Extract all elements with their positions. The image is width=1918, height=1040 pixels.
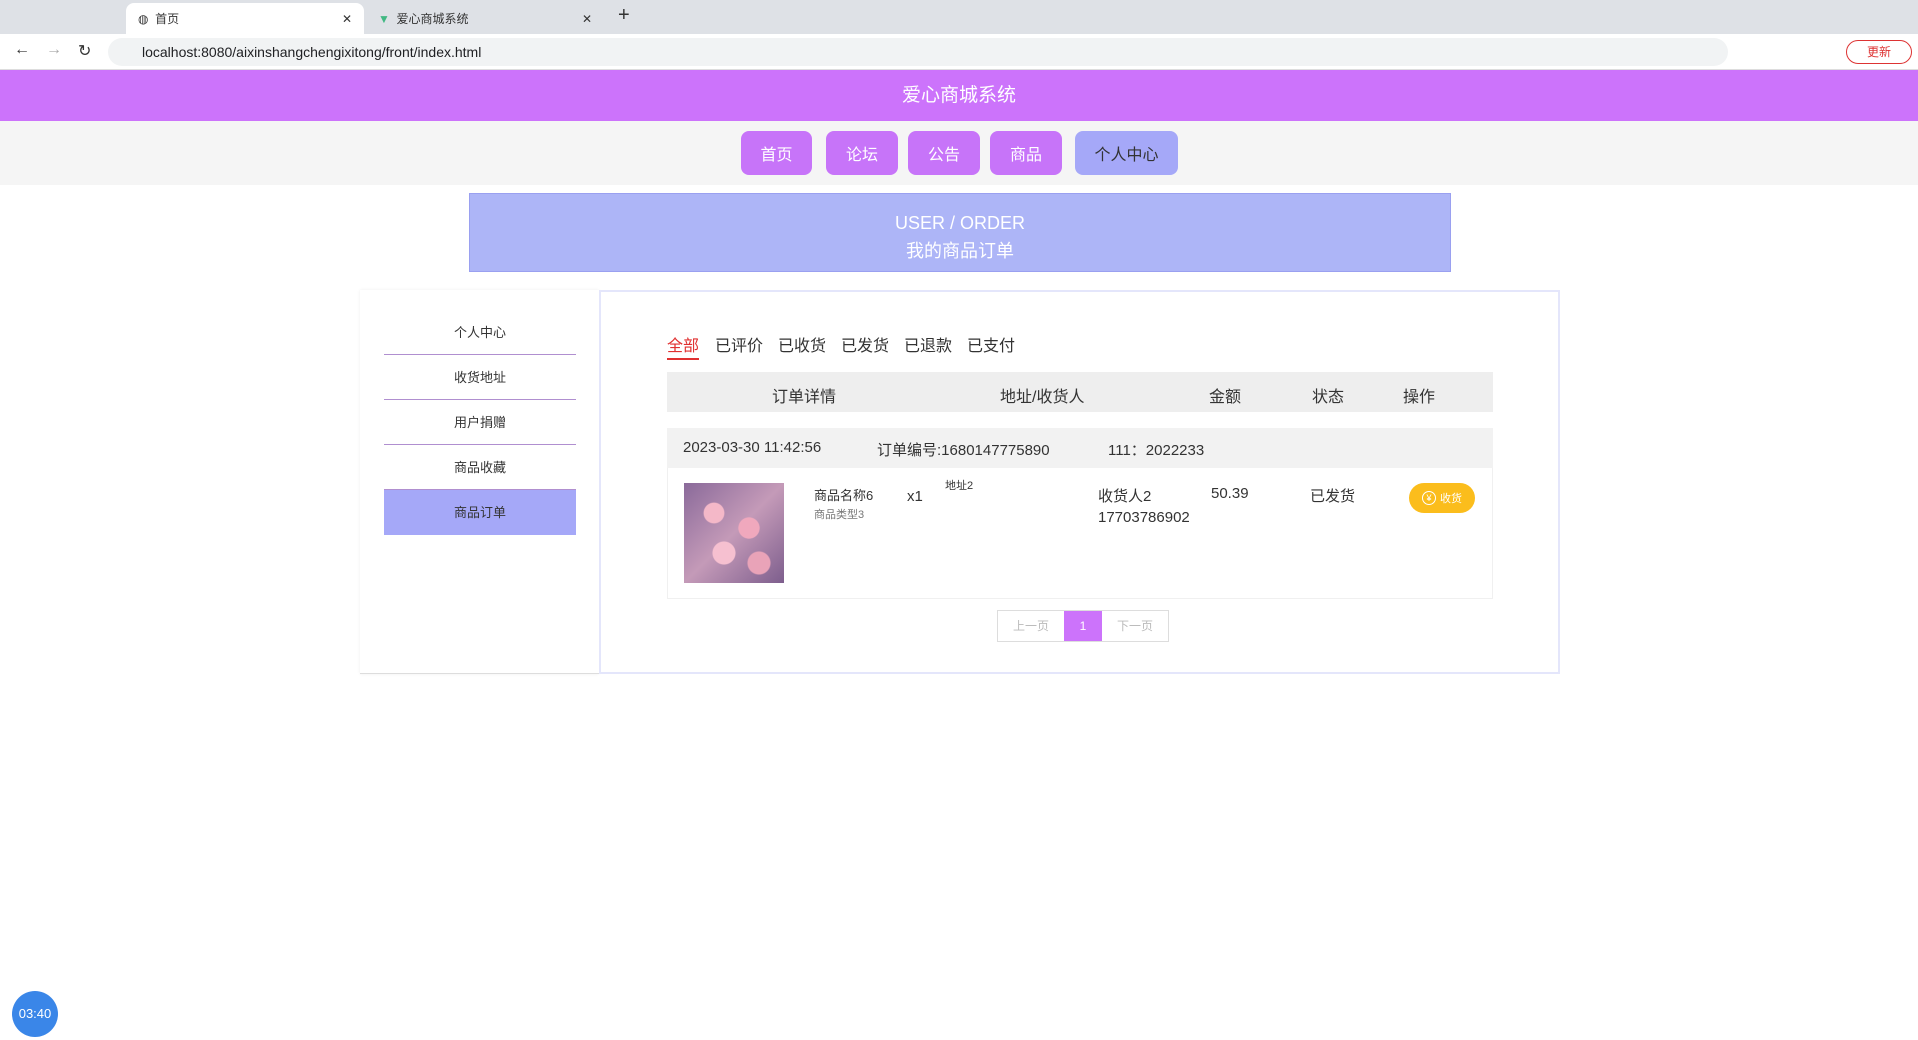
receiver-name: 收货人2: [1098, 488, 1152, 505]
page-title: 我的商品订单: [906, 241, 1014, 261]
vue-icon: ▼: [378, 11, 397, 26]
browser-tab-bar: ◍ 首页 ✕ ▼ 爱心商城系统 ✕ +: [0, 0, 1918, 34]
product-image[interactable]: [684, 483, 784, 583]
tab-reviewed[interactable]: 已评价: [715, 332, 763, 356]
nav-user-center[interactable]: 个人中心: [1075, 131, 1178, 175]
order-header-row: 2023-03-30 11:42:56 订单编号:1680147775890 1…: [667, 428, 1493, 468]
product-name[interactable]: 商品名称6: [814, 485, 873, 504]
update-button[interactable]: 更新: [1846, 40, 1912, 64]
confirm-receipt-button[interactable]: ¥ 收货: [1409, 483, 1475, 513]
url-input[interactable]: localhost:8080/aixinshangchengixitong/fr…: [108, 38, 1728, 66]
tab-all[interactable]: 全部: [667, 332, 700, 360]
tab-received[interactable]: 已收货: [778, 332, 826, 356]
nav-products[interactable]: 商品: [990, 131, 1062, 175]
address-bar: ← → ↻ localhost:8080/aixinshangchengixit…: [0, 34, 1918, 70]
column-header: 状态: [1312, 389, 1345, 406]
column-header: 金额: [1209, 389, 1242, 406]
orders-panel: 全部 已评价 已收货 已发货 已退款 已支付 订单详情 地址/收货人 金额 状态…: [599, 290, 1560, 674]
banner-subtitle: USER / ORDER: [894, 213, 1026, 233]
clock-widget[interactable]: 03:40: [12, 991, 58, 1037]
tab-shipped[interactable]: 已发货: [841, 332, 889, 356]
globe-icon: ◍: [138, 11, 156, 26]
prev-page-button[interactable]: 上一页: [998, 611, 1064, 641]
nav-notice[interactable]: 公告: [908, 131, 980, 175]
browser-tab-shop[interactable]: ▼ 爱心商城系统 ✕: [366, 3, 604, 34]
order-number: 订单编号:1680147775890: [877, 442, 1050, 459]
yen-icon: ¥: [1422, 491, 1436, 505]
page-banner: USER / ORDER 我的商品订单: [469, 193, 1451, 272]
receiver-phone: 17703786902: [1098, 509, 1190, 526]
column-header: 地址/收货人: [1000, 389, 1085, 406]
column-header: 操作: [1403, 389, 1436, 406]
forward-icon[interactable]: →: [46, 41, 62, 59]
reload-icon[interactable]: ↻: [78, 41, 91, 61]
table-header: 订单详情 地址/收货人 金额 状态 操作: [667, 372, 1493, 412]
tab-refunded[interactable]: 已退款: [904, 332, 952, 356]
pagination: 上一页 1 下一页: [997, 610, 1169, 642]
close-tab-icon[interactable]: ✕: [582, 12, 592, 26]
sidebar-item-orders[interactable]: 商品订单: [384, 490, 576, 535]
order-time: 2023-03-30 11:42:56: [683, 439, 822, 456]
address: 地址2: [945, 480, 974, 492]
next-page-button[interactable]: 下一页: [1102, 611, 1168, 641]
main-nav: 首页 论坛 公告 商品 个人中心: [0, 121, 1918, 185]
product-type: 商品类型3: [814, 509, 865, 521]
site-header: 爱心商城系统: [0, 70, 1918, 121]
back-icon[interactable]: ←: [14, 41, 30, 59]
status-badge: 已发货: [1310, 488, 1356, 505]
sidebar-item-favorites[interactable]: 商品收藏: [384, 445, 576, 490]
close-tab-icon[interactable]: ✕: [342, 12, 352, 26]
order-user: 111：2022233: [1108, 442, 1205, 459]
sidebar-item-user-center[interactable]: 个人中心: [384, 310, 576, 355]
column-header: 订单详情: [772, 389, 837, 406]
quantity: x1: [907, 488, 923, 505]
page-1-button[interactable]: 1: [1064, 611, 1102, 641]
nav-forum[interactable]: 论坛: [826, 131, 898, 175]
sidebar-item-donation[interactable]: 用户捐赠: [384, 400, 576, 445]
new-tab-button[interactable]: +: [618, 4, 630, 27]
tab-paid[interactable]: 已支付: [967, 332, 1015, 356]
order-amount: 50.39: [1211, 485, 1249, 502]
sidebar-item-address[interactable]: 收货地址: [384, 355, 576, 400]
nav-home[interactable]: 首页: [741, 131, 812, 175]
sidebar: 个人中心 收货地址 用户捐赠 商品收藏 商品订单: [360, 290, 599, 674]
table-row: 商品名称6 商品类型3 x1 地址2 收货人2 17703786902 50.3…: [667, 468, 1493, 599]
browser-tab-home[interactable]: ◍ 首页 ✕: [126, 3, 364, 34]
